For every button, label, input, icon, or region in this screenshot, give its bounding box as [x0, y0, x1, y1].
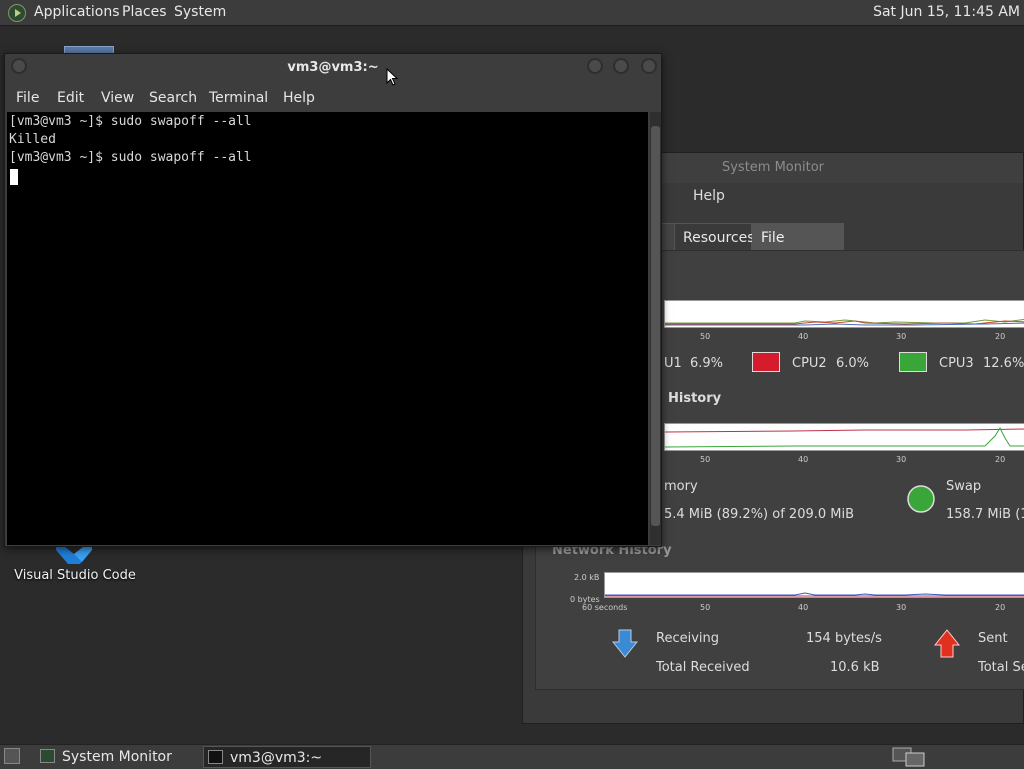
menu-help[interactable]: Help [693, 188, 725, 204]
total-received-label: Total Received [656, 660, 750, 675]
total-received-value: 10.6 kB [830, 660, 880, 675]
sent-arrow-icon[interactable] [934, 629, 960, 659]
menu-edit[interactable]: Edit [57, 90, 84, 106]
terminal-window[interactable]: vm3@vm3:~ File Edit View Search Terminal… [4, 53, 662, 547]
net-tick: 30 [896, 603, 907, 612]
terminal-icon [208, 750, 223, 764]
terminal-line: [vm3@vm3 ~]$ sudo swapoff --all [9, 150, 252, 165]
system-menu[interactable]: System [174, 0, 226, 25]
tab-file-systems[interactable]: File Systems [752, 223, 844, 274]
terminal-titlebar[interactable]: vm3@vm3:~ [5, 54, 661, 82]
cpu-history-graph [664, 300, 1024, 328]
mem-tick: 20 [995, 455, 1006, 464]
minimize-button[interactable] [587, 58, 603, 74]
receiving-arrow-icon[interactable] [612, 629, 638, 659]
menu-help[interactable]: Help [283, 90, 315, 106]
cpu-tick: 40 [798, 332, 809, 341]
terminal-scrollbar[interactable] [650, 112, 661, 545]
applications-menu[interactable]: Applications [34, 0, 120, 25]
cpu1-label: U1 [664, 356, 682, 371]
memory-history-graph [664, 423, 1024, 451]
places-menu[interactable]: Places [122, 0, 167, 25]
memory-label: mory [664, 479, 698, 494]
task-label: vm3@vm3:~ [230, 750, 323, 766]
cpu3-color-swatch[interactable] [899, 352, 927, 372]
mem-tick: 30 [896, 455, 907, 464]
applications-menu-icon[interactable] [8, 4, 26, 22]
total-sent-label: Total Se [978, 660, 1024, 675]
terminal-line: [vm3@vm3 ~]$ sudo swapoff --all [9, 114, 252, 129]
mem-tick: 40 [798, 455, 809, 464]
bottom-panel: System Monitor vm3@vm3:~ [0, 744, 1024, 769]
tab-resources[interactable]: Resources [674, 223, 755, 251]
workspace-switcher-icon[interactable] [892, 747, 926, 767]
cpu-tick: 20 [995, 332, 1006, 341]
net-tick: 60 seconds [582, 603, 628, 612]
cpu-tick: 50 [700, 332, 711, 341]
terminal-line: Killed [9, 132, 56, 147]
terminal-menubar: File Edit View Search Terminal Help [5, 84, 661, 112]
menu-file[interactable]: File [16, 90, 39, 106]
system-monitor-icon [40, 749, 55, 763]
mem-tick: 50 [700, 455, 711, 464]
swap-pie-icon[interactable] [906, 484, 936, 514]
cpu1-value: 6.9% [690, 356, 724, 371]
taskbar-item-system-monitor[interactable]: System Monitor [36, 746, 198, 768]
sent-label: Sent [978, 631, 1008, 646]
maximize-button[interactable] [613, 58, 629, 74]
cpu-tick: 30 [896, 332, 907, 341]
clock[interactable]: Sat Jun 15, 11:45 AM [873, 0, 1020, 25]
show-desktop-icon[interactable] [4, 748, 20, 764]
cpu3-value: 12.6% [983, 356, 1024, 371]
mouse-pointer-icon [386, 68, 398, 86]
terminal-screen[interactable]: [vm3@vm3 ~]$ sudo swapoff --all Killed [… [7, 112, 648, 545]
receiving-label: Receiving [656, 631, 720, 646]
scrollbar-thumb[interactable] [651, 126, 660, 526]
text-cursor [10, 169, 18, 185]
net-tick: 50 [700, 603, 711, 612]
taskbar-item-terminal[interactable]: vm3@vm3:~ [203, 746, 371, 768]
cpu2-value: 6.0% [836, 356, 870, 371]
terminal-title: vm3@vm3:~ [287, 60, 379, 75]
cpu2-color-swatch[interactable] [752, 352, 780, 372]
net-ymax: 2.0 kB [574, 573, 600, 582]
close-button[interactable] [641, 58, 657, 74]
vscode-label[interactable]: Visual Studio Code [0, 568, 150, 583]
top-panel: Applications Places System Sat Jun 15, 1… [0, 0, 1024, 26]
net-tick: 40 [798, 603, 809, 612]
menu-terminal[interactable]: Terminal [209, 90, 268, 106]
cpu2-label: CPU2 [792, 356, 827, 371]
memory-value: 5.4 MiB (89.2%) of 209.0 MiB [664, 507, 855, 522]
net-tick: 20 [995, 603, 1006, 612]
menu-view[interactable]: View [101, 90, 134, 106]
network-history-graph [604, 572, 1024, 598]
receiving-value: 154 bytes/s [806, 631, 882, 646]
swap-label: Swap [946, 479, 982, 494]
memory-history-title: History [668, 391, 722, 406]
cpu3-label: CPU3 [939, 356, 974, 371]
menu-search[interactable]: Search [149, 90, 197, 106]
task-label: System Monitor [62, 749, 172, 765]
swap-value: 158.7 MiB (100 [946, 507, 1024, 522]
